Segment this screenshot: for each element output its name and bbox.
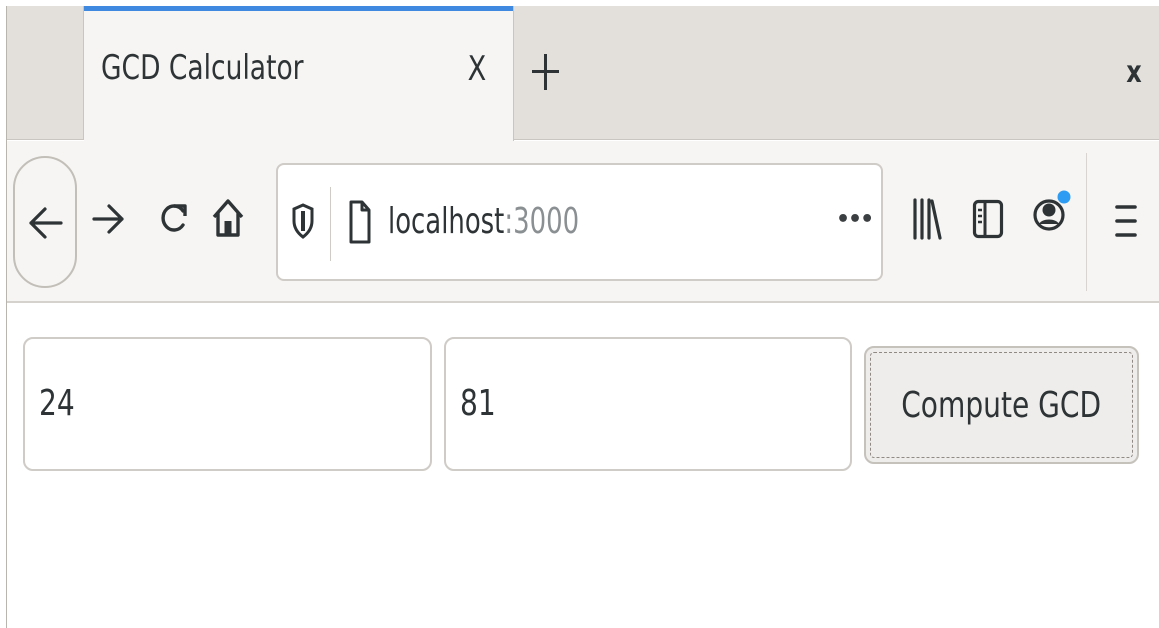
tab-gcd-calculator[interactable]: GCD Calculator X xyxy=(84,6,514,141)
browser-window: GCD Calculator X x localhost:3000 ••• 24… xyxy=(6,6,1159,628)
tab-active-indicator xyxy=(84,6,513,11)
tab-title: GCD Calculator xyxy=(101,48,304,88)
url-port: :3000 xyxy=(504,201,580,242)
back-arrow-icon xyxy=(25,204,65,242)
reload-icon[interactable] xyxy=(157,199,189,237)
navigation-toolbar: localhost:3000 ••• xyxy=(7,141,1159,303)
page-actions-icon[interactable]: ••• xyxy=(836,207,874,232)
account-icon[interactable] xyxy=(1032,189,1072,241)
page-content: 24 81 Compute GCD xyxy=(7,303,1159,628)
first-number-value: 24 xyxy=(39,383,75,424)
forward-arrow-icon[interactable] xyxy=(91,201,127,237)
page-icon[interactable] xyxy=(348,199,372,245)
url-host: localhost xyxy=(388,201,505,242)
url-text[interactable]: localhost:3000 xyxy=(388,201,579,242)
library-icon[interactable] xyxy=(912,197,942,241)
second-number-input[interactable]: 81 xyxy=(444,337,852,471)
tab-close-button[interactable]: X xyxy=(466,50,488,88)
url-bar[interactable]: localhost:3000 ••• xyxy=(276,163,883,281)
new-tab-button[interactable] xyxy=(530,50,562,94)
tab-strip-spacer xyxy=(7,6,84,140)
compute-gcd-label: Compute GCD xyxy=(901,384,1102,426)
home-icon[interactable] xyxy=(211,197,245,239)
back-button[interactable] xyxy=(13,156,77,288)
compute-gcd-button[interactable]: Compute GCD xyxy=(864,346,1139,464)
url-bar-divider xyxy=(330,187,331,261)
account-badge xyxy=(1057,190,1071,204)
toolbar-divider xyxy=(1086,153,1087,291)
tracking-shield-icon[interactable] xyxy=(292,203,314,239)
window-close-button[interactable]: x xyxy=(1124,56,1143,90)
second-number-value: 81 xyxy=(460,383,496,424)
tab-strip: GCD Calculator X x xyxy=(7,6,1159,141)
first-number-input[interactable]: 24 xyxy=(23,337,432,471)
menu-icon[interactable] xyxy=(1113,203,1139,239)
sidebar-icon[interactable] xyxy=(972,199,1004,239)
